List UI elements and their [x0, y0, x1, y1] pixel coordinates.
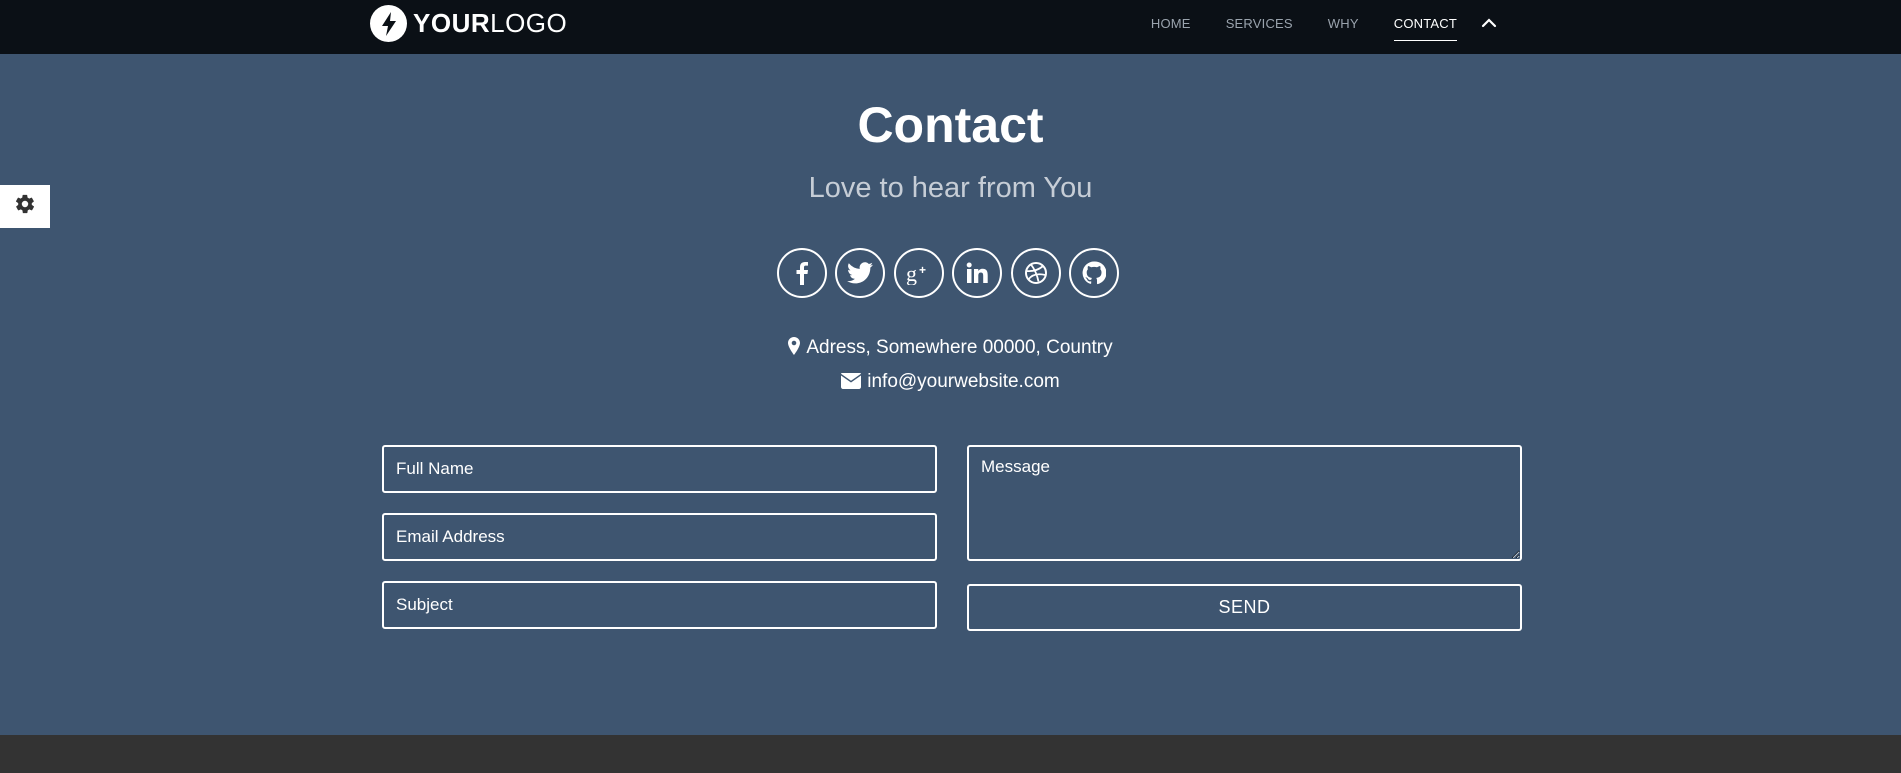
section-subtitle: Love to hear from You	[808, 172, 1093, 204]
email-address-input[interactable]	[382, 513, 937, 561]
message-textarea[interactable]	[967, 445, 1522, 561]
contact-address: Adress, Somewhere 00000, Country	[0, 337, 1901, 361]
nav-item-services[interactable]: SERVICES	[1226, 10, 1293, 37]
social-links: g +	[777, 248, 1119, 298]
contact-email: info@yourwebsite.com	[0, 371, 1901, 395]
top-navbar: YOURLOGO HOME SERVICES WHY CONTACT	[0, 0, 1901, 54]
lightning-bolt-icon	[370, 5, 407, 42]
nav-item-contact[interactable]: CONTACT	[1393, 10, 1458, 41]
logo-text-bold: YOUR	[413, 8, 491, 38]
google-plus-icon[interactable]: g +	[893, 248, 944, 298]
nav-item-why[interactable]: WHY	[1328, 10, 1359, 37]
send-button[interactable]: SEND	[967, 584, 1522, 631]
address-text: Adress, Somewhere 00000, Country	[806, 337, 1113, 358]
svg-text:g: g	[906, 261, 917, 285]
logo-text: YOURLOGO	[413, 8, 567, 39]
site-logo[interactable]: YOURLOGO	[370, 5, 567, 42]
email-text[interactable]: info@yourwebsite.com	[867, 371, 1059, 392]
full-name-input[interactable]	[382, 445, 937, 493]
facebook-icon[interactable]	[777, 248, 827, 298]
svg-text:+: +	[919, 263, 926, 277]
map-marker-icon	[788, 337, 801, 361]
section-title: Contact	[857, 97, 1044, 153]
envelope-icon	[841, 373, 862, 395]
dribbble-icon[interactable]	[1010, 248, 1061, 298]
subject-input[interactable]	[382, 581, 937, 629]
nav-item-home[interactable]: HOME	[1151, 10, 1191, 37]
github-icon[interactable]	[1068, 248, 1119, 298]
main-nav: HOME SERVICES WHY CONTACT	[1116, 0, 1501, 46]
footer	[0, 735, 1901, 773]
logo-text-light: LOGO	[490, 8, 568, 38]
linkedin-icon[interactable]	[952, 248, 1003, 298]
twitter-icon[interactable]	[835, 248, 886, 298]
chevron-up-icon[interactable]	[1477, 11, 1501, 35]
